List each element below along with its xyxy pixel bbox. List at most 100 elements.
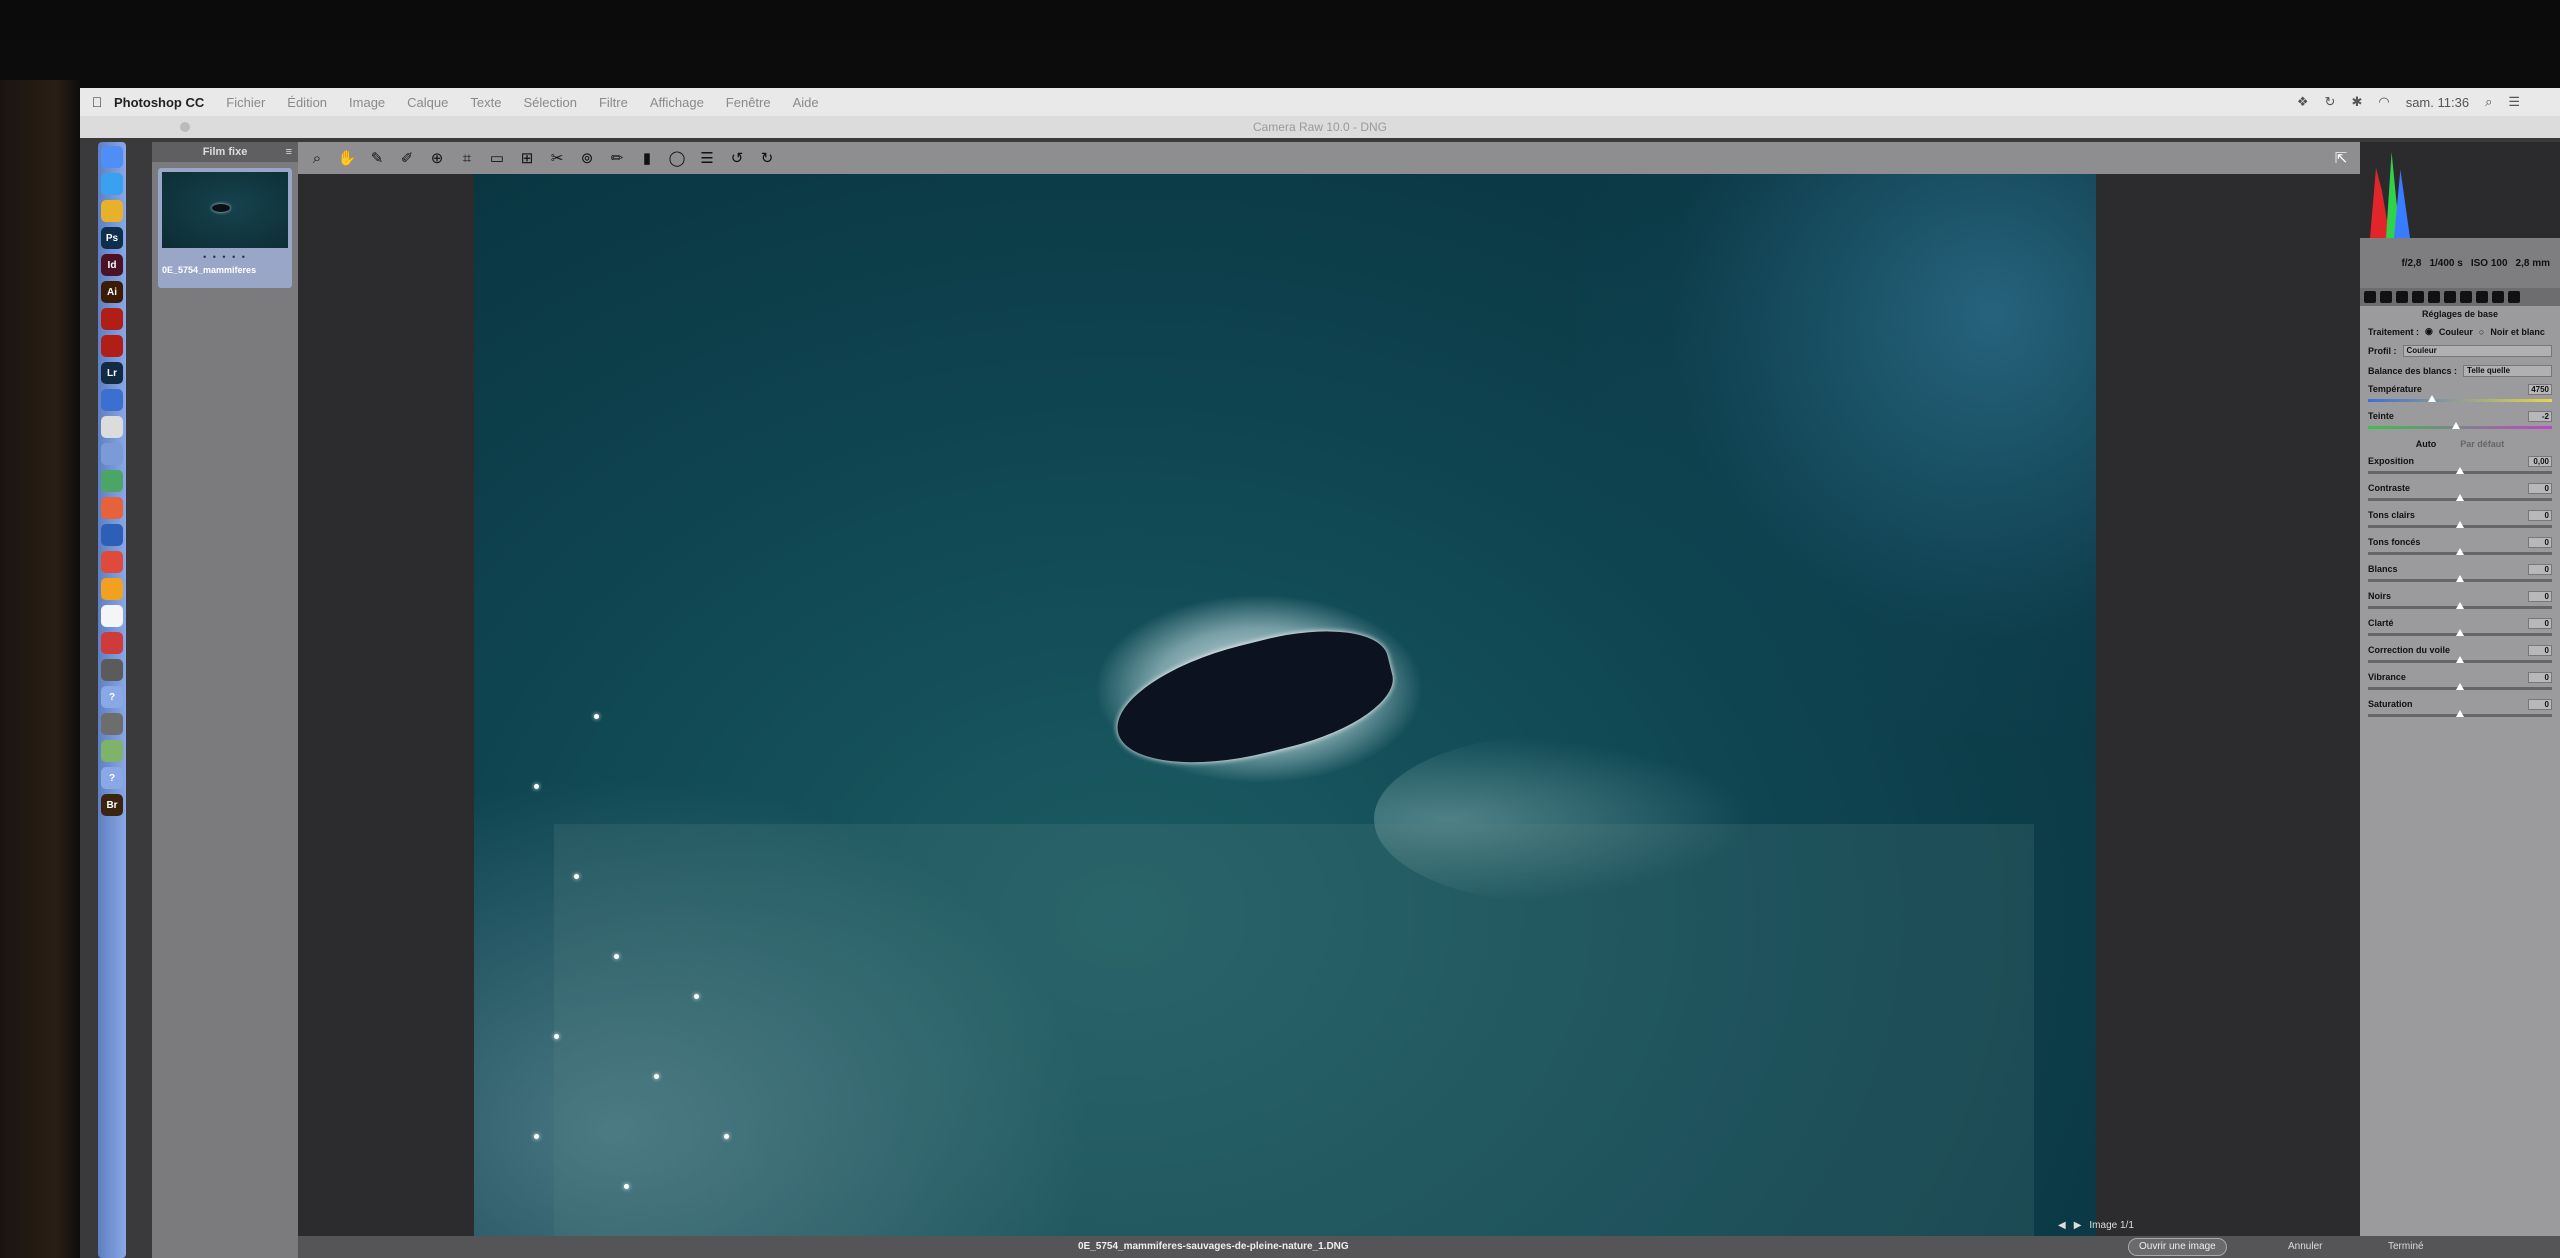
graduated-filter-icon[interactable]: ▮ [638,149,656,167]
menu-filter[interactable]: Filtre [599,95,628,110]
slider-track[interactable] [2368,395,2552,402]
slider-track[interactable] [2368,575,2552,582]
wb-dropdown[interactable]: Telle quelle [2463,365,2552,377]
chrome-icon[interactable] [101,200,123,222]
slider-track[interactable] [2368,422,2552,429]
done-button[interactable]: Terminé [2388,1238,2424,1256]
bluetooth-icon[interactable]: ✱ [2351,94,2362,110]
radial-filter-icon[interactable]: ◯ [668,149,686,167]
app-icon[interactable] [101,551,123,573]
calibration-tab-icon[interactable] [2476,291,2488,303]
slider-value[interactable]: 0,00 [2528,456,2552,467]
slider-knob[interactable] [2452,422,2461,429]
slider-value[interactable]: 0 [2528,537,2552,548]
prev-image-icon[interactable]: ◀ [2058,1220,2066,1231]
radio-bw[interactable]: ○ [2479,327,2484,337]
apple-icon[interactable]:  [80,94,114,110]
menu-select[interactable]: Sélection [523,95,576,110]
menu-type[interactable]: Texte [470,95,501,110]
slider-knob[interactable] [2456,521,2464,528]
filmstrip-menu-icon[interactable]: ≡ [286,142,292,162]
slider-knob[interactable] [2456,548,2464,555]
cancel-button[interactable]: Annuler [2288,1238,2322,1256]
slider-value[interactable]: 0 [2528,645,2552,656]
app-icon[interactable] [101,524,123,546]
clock[interactable]: sam. 11:36 [2406,95,2469,110]
adjustment-brush-icon[interactable]: ✏ [608,149,626,167]
help-icon[interactable]: ? [101,767,123,789]
lightroom-icon[interactable]: Lr [101,362,123,384]
slider-knob[interactable] [2456,656,2464,663]
spot-removal-icon[interactable]: ✂ [548,149,566,167]
slider-knob[interactable] [2456,710,2464,717]
slider-value[interactable]: 0 [2528,699,2552,710]
illustrator-icon[interactable]: Ai [101,281,123,303]
slider-value[interactable]: 0 [2528,483,2552,494]
radio-color[interactable]: ◉ [2425,326,2433,337]
preview-canvas[interactable] [298,174,2360,1236]
presets-tab-icon[interactable] [2492,291,2504,303]
auto-link[interactable]: Auto [2416,439,2437,449]
target-adjust-icon[interactable]: ⊕ [428,149,446,167]
app-icon[interactable] [101,605,123,627]
menu-window[interactable]: Fenêtre [726,95,771,110]
app-icon[interactable] [101,578,123,600]
slider-knob[interactable] [2456,494,2464,501]
eyedropper-icon[interactable]: ✎ [368,149,386,167]
acrobat-reader-icon[interactable] [101,335,123,357]
app-icon[interactable] [101,740,123,762]
default-link[interactable]: Par défaut [2460,439,2504,449]
app-icon[interactable] [101,470,123,492]
acrobat-icon[interactable] [101,308,123,330]
fullscreen-icon[interactable]: ⇱ [2332,149,2350,167]
straighten-icon[interactable]: ▭ [488,149,506,167]
wifi-icon[interactable]: ◠ [2378,94,2389,110]
search-icon[interactable]: ⌕ [2485,94,2492,110]
close-window-icon[interactable] [180,122,190,132]
slider-track[interactable] [2368,467,2552,474]
detail-tab-icon[interactable] [2396,291,2408,303]
finder-icon[interactable] [101,146,123,168]
red-eye-icon[interactable]: ⊚ [578,149,596,167]
slider-value[interactable]: 4750 [2528,384,2552,395]
app-menu[interactable]: Photoshop CC [114,95,204,110]
safari-icon[interactable] [101,173,123,195]
slider-knob[interactable] [2456,467,2464,474]
app-icon[interactable] [101,659,123,681]
slider-knob[interactable] [2456,602,2464,609]
preferences-icon[interactable]: ☰ [698,149,716,167]
slider-track[interactable] [2368,629,2552,636]
slider-track[interactable] [2368,602,2552,609]
slider-value[interactable]: 0 [2528,564,2552,575]
slider-track[interactable] [2368,548,2552,555]
menu-image[interactable]: Image [349,95,385,110]
slider-knob[interactable] [2456,629,2464,636]
slider-knob[interactable] [2456,683,2464,690]
slider-track[interactable] [2368,683,2552,690]
slider-value[interactable]: -2 [2528,411,2552,422]
menu-file[interactable]: Fichier [226,95,265,110]
slider-value[interactable]: 0 [2528,672,2552,683]
effects-tab-icon[interactable] [2460,291,2472,303]
menu-list-icon[interactable]: ☰ [2508,94,2520,110]
hand-icon[interactable]: ✋ [338,149,357,167]
app-icon[interactable] [101,497,123,519]
slider-value[interactable]: 0 [2528,618,2552,629]
sync-icon[interactable]: ↻ [2325,94,2336,110]
slider-track[interactable] [2368,710,2552,717]
menu-edit[interactable]: Édition [287,95,327,110]
rating-stars[interactable]: • • • • • [162,252,288,262]
slider-value[interactable]: 0 [2528,510,2552,521]
tone-curve-tab-icon[interactable] [2380,291,2392,303]
slider-value[interactable]: 0 [2528,591,2552,602]
indesign-icon[interactable]: Id [101,254,123,276]
slider-knob[interactable] [2428,395,2437,402]
profile-dropdown[interactable]: Couleur [2402,345,2552,357]
next-image-icon[interactable]: ▶ [2074,1220,2082,1231]
crop-icon[interactable]: ⌗ [458,149,476,167]
hsl-tab-icon[interactable] [2412,291,2424,303]
bridge-icon[interactable]: Br [101,794,123,816]
menu-view[interactable]: Affichage [650,95,704,110]
color-sampler-icon[interactable]: ✐ [398,149,416,167]
app-icon[interactable] [101,632,123,654]
